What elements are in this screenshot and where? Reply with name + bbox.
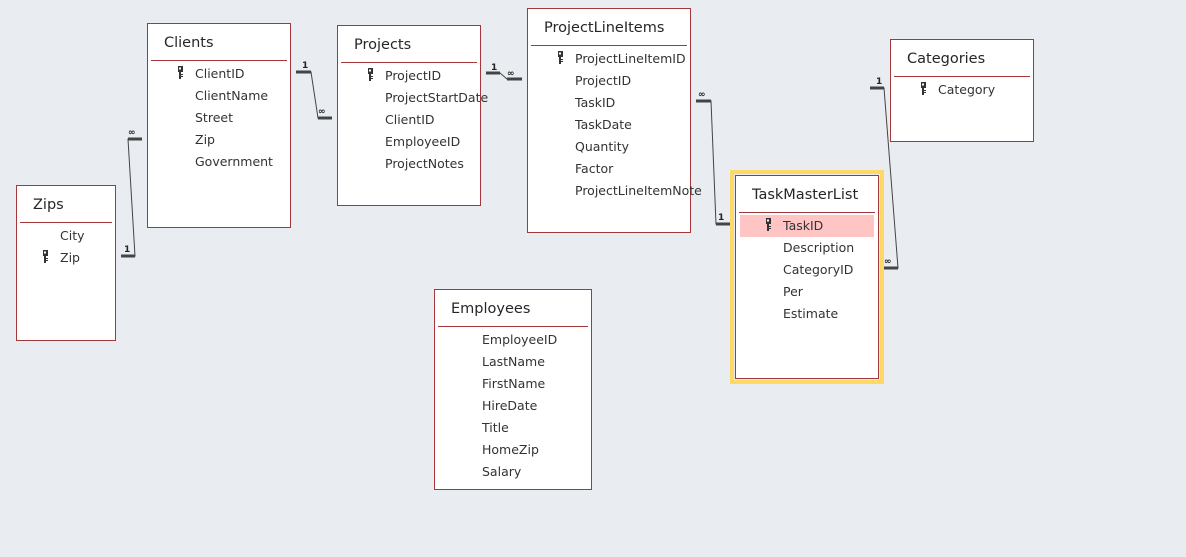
field-name: ProjectID (575, 73, 632, 88)
field-name: Title (482, 420, 509, 435)
field-row[interactable]: HireDate (439, 395, 587, 417)
many-label: ∞ (884, 257, 892, 267)
relationship-projects-projectlineitems[interactable] (486, 71, 522, 81)
field-name: Factor (575, 161, 614, 176)
field-row[interactable]: ProjectNotes (342, 153, 476, 175)
one-label: 1 (491, 63, 497, 73)
table-title[interactable]: Projects (338, 26, 480, 62)
field-row[interactable]: Per (740, 281, 874, 303)
field-name: EmployeeID (482, 332, 558, 347)
table-title[interactable]: Clients (148, 24, 290, 60)
table-title[interactable]: Categories (891, 40, 1033, 76)
table-title[interactable]: TaskMasterList (736, 176, 878, 212)
field-name: Description (783, 240, 855, 255)
field-row[interactable]: Title (439, 417, 587, 439)
field-row[interactable]: Government (152, 151, 286, 173)
field-row[interactable]: TaskID (532, 92, 686, 114)
table-title[interactable]: Zips (17, 186, 115, 222)
field-row[interactable]: TaskDate (532, 114, 686, 136)
field-row[interactable]: Zip (152, 129, 286, 151)
field-row[interactable]: LastName (439, 351, 587, 373)
field-row[interactable]: HomeZip (439, 439, 587, 461)
many-label: ∞ (698, 90, 706, 100)
primary-key-icon (766, 218, 771, 231)
one-label: 1 (302, 61, 308, 71)
field-name: Per (783, 284, 803, 299)
field-row[interactable]: Zip (21, 247, 111, 269)
field-name: ClientName (195, 88, 269, 103)
field-row[interactable]: ProjectID (532, 70, 686, 92)
table-projectlineitems[interactable]: ProjectLineItems ProjectLineItemID Proje… (527, 8, 702, 233)
field-name: TaskID (783, 218, 824, 233)
field-row[interactable]: Salary (439, 461, 587, 483)
field-row-selected[interactable]: TaskID (740, 215, 874, 237)
field-name: TaskID (575, 95, 616, 110)
many-label: ∞ (507, 69, 515, 79)
field-row[interactable]: FirstName (439, 373, 587, 395)
table-projects[interactable]: Projects ProjectID ProjectStartDate Clie… (337, 25, 488, 206)
field-name: ProjectStartDate (385, 90, 489, 105)
field-name: TaskDate (575, 117, 632, 132)
field-row[interactable]: ProjectID (342, 65, 476, 87)
field-row[interactable]: ProjectStartDate (342, 87, 488, 109)
table-categories[interactable]: Categories Category (890, 39, 1034, 142)
field-name: EmployeeID (385, 134, 461, 149)
field-row[interactable]: EmployeeID (439, 329, 587, 351)
field-name: Category (938, 82, 996, 97)
table-title[interactable]: ProjectLineItems (528, 9, 690, 45)
field-name: ProjectLineItemNote (575, 183, 702, 198)
many-label: ∞ (318, 107, 326, 117)
field-name: HireDate (482, 398, 538, 413)
primary-key-icon (921, 82, 926, 95)
field-row[interactable]: ProjectLineItemNote (532, 180, 702, 202)
primary-key-icon (43, 250, 48, 263)
field-name: FirstName (482, 376, 546, 391)
one-label: 1 (876, 77, 882, 87)
field-name: CategoryID (783, 262, 854, 277)
table-title[interactable]: Employees (435, 290, 591, 326)
field-name: Salary (482, 464, 522, 479)
field-row[interactable]: Factor (532, 158, 686, 180)
field-name: HomeZip (482, 442, 539, 457)
table-employees[interactable]: Employees EmployeeID LastName FirstName … (434, 289, 592, 490)
field-name: Zip (195, 132, 215, 147)
field-name: Zip (60, 250, 80, 265)
field-row[interactable]: ProjectLineItemID (532, 48, 686, 70)
field-row[interactable]: ClientName (152, 85, 286, 107)
field-name: LastName (482, 354, 545, 369)
field-name: Street (195, 110, 233, 125)
field-row[interactable]: City (21, 225, 111, 247)
field-row[interactable]: Description (740, 237, 874, 259)
primary-key-icon (178, 66, 183, 79)
field-name: ProjectNotes (385, 156, 464, 171)
field-row[interactable]: ClientID (342, 109, 476, 131)
table-zips[interactable]: Zips City Zip (16, 185, 116, 341)
field-name: ProjectLineItemID (575, 51, 686, 66)
field-row[interactable]: Street (152, 107, 286, 129)
primary-key-icon (368, 68, 373, 81)
field-row[interactable]: ClientID (152, 63, 286, 85)
field-name: Estimate (783, 306, 839, 321)
field-name: City (60, 228, 85, 243)
primary-key-icon (558, 51, 563, 64)
field-row[interactable]: Estimate (740, 303, 874, 325)
field-row[interactable]: Category (895, 79, 1029, 101)
field-name: Quantity (575, 139, 630, 154)
field-row[interactable]: Quantity (532, 136, 686, 158)
table-clients[interactable]: Clients ClientID ClientName Street Zip G… (147, 23, 291, 228)
table-taskmasterlist[interactable]: TaskMasterList TaskID Description Catego… (730, 170, 884, 384)
one-label: 1 (718, 213, 724, 223)
one-label: 1 (124, 245, 130, 255)
relationship-projectlineitems-taskmasterlist[interactable] (696, 99, 730, 226)
relationship-clients-projects[interactable] (296, 70, 332, 120)
relationship-zips-clients[interactable] (121, 137, 142, 258)
field-name: ProjectID (385, 68, 442, 83)
field-name: ClientID (385, 112, 435, 127)
many-label: ∞ (128, 128, 136, 138)
field-name: ClientID (195, 66, 245, 81)
field-name: Government (195, 154, 273, 169)
field-row[interactable]: EmployeeID (342, 131, 476, 153)
field-row[interactable]: CategoryID (740, 259, 874, 281)
